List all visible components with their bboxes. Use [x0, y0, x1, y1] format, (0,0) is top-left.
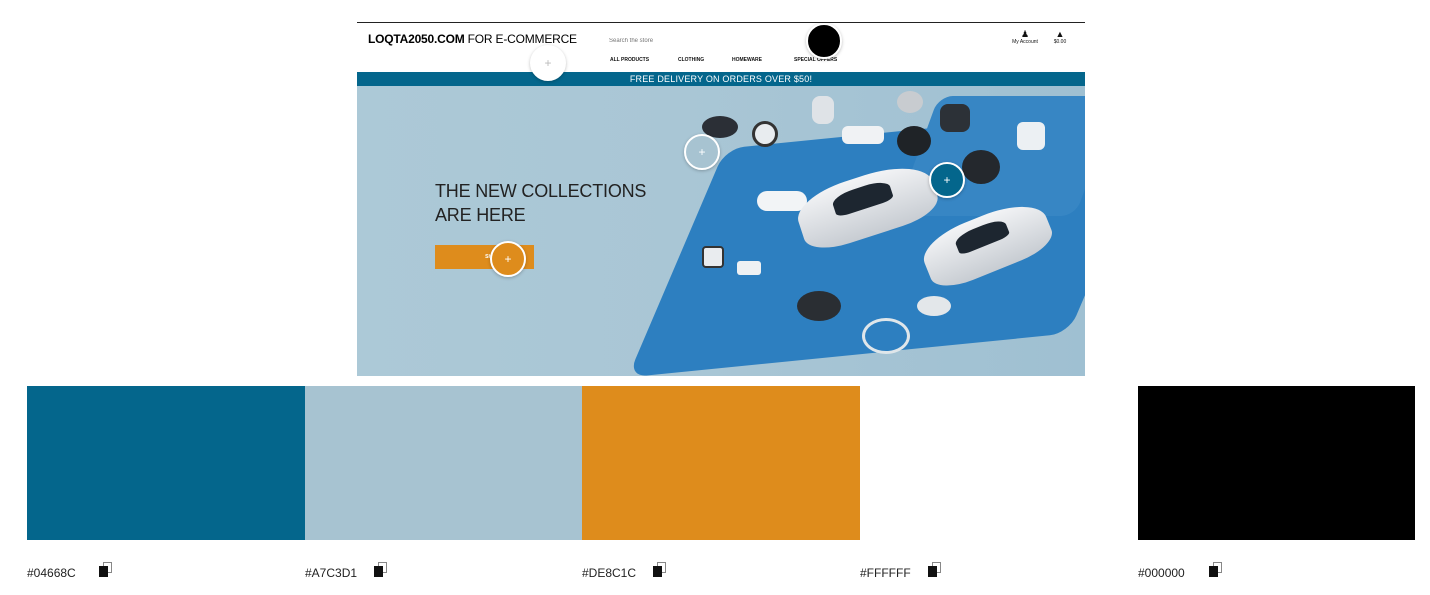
hex-label: #DE8C1C [582, 566, 637, 580]
cart-total: $0.00 [1053, 39, 1067, 45]
gadget-12 [797, 291, 841, 321]
hex-label: #FFFFFF [860, 566, 911, 580]
gadget-2 [752, 121, 778, 147]
gadget-14 [917, 296, 951, 316]
gadget-6 [940, 104, 970, 132]
copy-icon[interactable] [96, 562, 114, 580]
bag-icon: ▲ [1055, 29, 1065, 39]
top-divider [357, 22, 1085, 23]
swatch-blue[interactable] [27, 386, 305, 540]
hotspot-black[interactable] [806, 23, 842, 59]
promo-banner: FREE DELIVERY ON ORDERS OVER $50! [357, 72, 1085, 86]
cart-link[interactable]: ▲ $0.00 [1050, 29, 1070, 45]
copy-icon[interactable] [650, 562, 668, 580]
gadget-5 [897, 91, 923, 113]
plus-icon[interactable]: + [929, 162, 965, 198]
logo-rest: FOR E-COMMERCE [464, 32, 577, 46]
search-input[interactable] [609, 35, 759, 47]
swatch-orange[interactable] [582, 386, 860, 540]
plus-icon[interactable]: + [490, 241, 526, 277]
site-logo[interactable]: LOQTA2050.COM FOR E-COMMERCE [368, 32, 577, 46]
swatch-white[interactable] [860, 386, 1138, 540]
logo-bold: LOQTA2050.COM [368, 32, 465, 46]
hex-label: #000000 [1138, 566, 1185, 580]
person-icon: ♟ [1020, 29, 1030, 39]
copy-icon[interactable] [925, 562, 943, 580]
nav-all-products[interactable]: ALL PRODUCTS [610, 57, 678, 63]
nav-homeware[interactable]: HOMEWARE [732, 57, 794, 63]
hero-section: THE NEW COLLECTIONS ARE HERE SHOP NOW [357, 86, 1085, 376]
headline-line-2: ARE HERE [435, 205, 526, 225]
nav-clothing[interactable]: CLOTHING [678, 57, 732, 63]
gadget-4 [842, 126, 884, 144]
gadget-3 [812, 96, 834, 124]
gadget-7 [897, 126, 931, 156]
gadget-10 [757, 191, 807, 211]
gadget-11 [702, 246, 724, 268]
account-label: My Account [1012, 39, 1038, 45]
account-link[interactable]: ♟ My Account [1008, 29, 1042, 45]
plus-icon[interactable]: + [530, 45, 566, 81]
hex-label: #A7C3D1 [305, 566, 358, 580]
hex-label: #04668C [27, 566, 76, 580]
hero-headline: THE NEW COLLECTIONS ARE HERE [435, 179, 646, 227]
gadget-15 [737, 261, 761, 275]
copy-icon[interactable] [371, 562, 389, 580]
gadget-9 [1017, 122, 1045, 150]
plus-icon[interactable]: + [684, 134, 720, 170]
swatch-light-blue[interactable] [305, 386, 582, 540]
gadget-13 [862, 318, 910, 354]
swatch-black[interactable] [1138, 386, 1415, 540]
copy-icon[interactable] [1206, 562, 1224, 580]
website-preview: LOQTA2050.COM FOR E-COMMERCE ALL PRODUCT… [357, 22, 1085, 376]
headline-line-1: THE NEW COLLECTIONS [435, 181, 647, 201]
gadget-8 [962, 150, 1000, 184]
stage: LOQTA2050.COM FOR E-COMMERCE ALL PRODUCT… [0, 0, 1430, 595]
